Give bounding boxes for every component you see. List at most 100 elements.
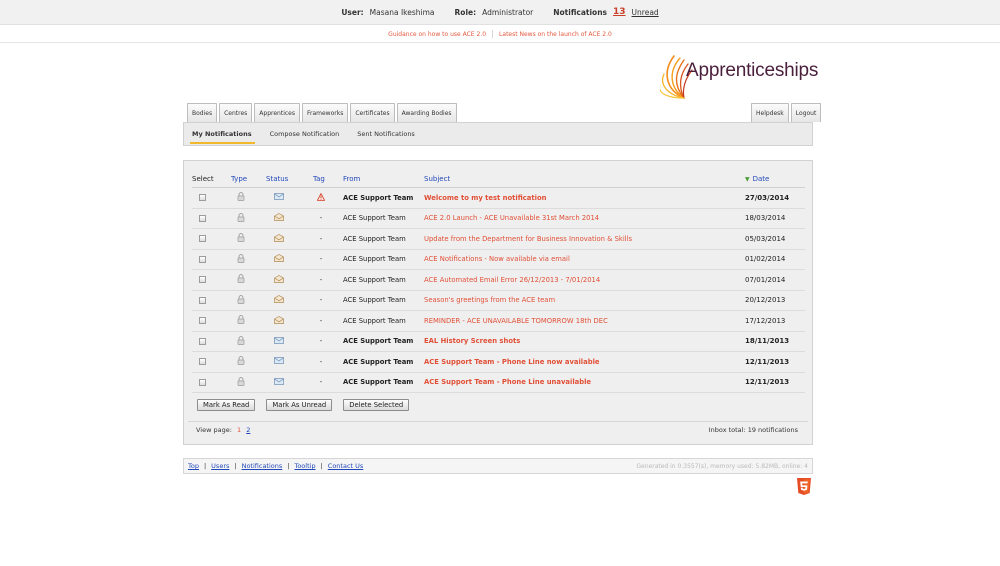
logo-text: Apprenticeships: [686, 60, 819, 81]
table-row[interactable]: - ACE Support Team REMINDER - ACE UNAVAILA…: [192, 311, 805, 332]
tab-logout[interactable]: Logout: [790, 103, 822, 122]
select-checkbox[interactable]: [199, 337, 206, 345]
notifications-label: Notifications: [553, 7, 608, 17]
footer-link-contact-us[interactable]: Contact Us: [328, 462, 364, 470]
tab-apprentices[interactable]: Apprentices: [254, 103, 300, 122]
subject-link[interactable]: ACE Automated Email Error 26/12/2013 - 7…: [424, 270, 744, 290]
tag-cell: -: [313, 352, 329, 372]
status-cell: [266, 373, 296, 393]
table-row[interactable]: - ACE Support Team ACE Support Team - Phon…: [192, 373, 805, 393]
tab-bodies[interactable]: Bodies: [187, 103, 218, 122]
lock-icon: [237, 335, 245, 347]
type-cell: [231, 209, 251, 229]
notifications-table: Select Type Status Tag From Subject ▼ Da…: [192, 171, 805, 393]
select-checkbox[interactable]: [199, 296, 206, 304]
header-status[interactable]: Status: [266, 171, 296, 187]
utility-tabs: Helpdesk Logout: [751, 103, 822, 122]
subject-link[interactable]: Update from the Department for Business …: [424, 229, 744, 249]
envelope-open-icon: [274, 213, 284, 223]
footer-link-top[interactable]: Top: [188, 462, 199, 470]
table-row[interactable]: - ACE Support Team Season's greetings from…: [192, 291, 805, 311]
status-cell: [266, 311, 296, 331]
from-cell: ACE Support Team: [343, 255, 406, 264]
subject-link[interactable]: Welcome to my test notification: [424, 188, 744, 208]
header-tag[interactable]: Tag: [313, 171, 329, 187]
subject-link[interactable]: REMINDER - ACE UNAVAILABLE TOMORROW 18th…: [424, 311, 744, 331]
date-cell: 27/03/2014: [745, 193, 790, 202]
user-label: User:: [341, 7, 364, 17]
envelope-open-icon: [274, 254, 284, 264]
date-cell: 05/03/2014: [745, 234, 786, 243]
lock-icon: [237, 376, 245, 388]
from-cell: ACE Support Team: [343, 378, 414, 387]
subnav-sent-notifications[interactable]: Sent Notifications: [357, 130, 424, 138]
latest-news-link[interactable]: Latest News on the launch of ACE 2.0: [499, 31, 612, 38]
subject-link[interactable]: Season's greetings from the ACE team: [424, 291, 744, 311]
select-checkbox[interactable]: [199, 214, 206, 222]
table-row[interactable]: - ACE Support Team ACE 2.0 Launch - ACE Un…: [192, 209, 805, 229]
role-label: Role:: [454, 7, 477, 17]
tab-awarding-bodies[interactable]: Awarding Bodies: [396, 103, 457, 122]
select-checkbox[interactable]: [199, 255, 206, 263]
subject-link[interactable]: ACE Support Team - Phone Line now availa…: [424, 352, 744, 372]
envelope-open-icon: [274, 315, 284, 326]
delete-selected-button[interactable]: Delete Selected: [343, 399, 410, 411]
header-from[interactable]: From: [343, 171, 423, 187]
tag-value: -: [319, 255, 323, 264]
from-cell: ACE Support Team: [343, 214, 406, 223]
mark-as-unread-button[interactable]: Mark As Unread: [266, 399, 333, 411]
tab-frameworks[interactable]: Frameworks: [301, 103, 349, 122]
from-cell: ACE Support Team: [343, 193, 414, 202]
footer-link-tooltip[interactable]: Tooltip: [294, 462, 315, 470]
footer-link-users[interactable]: Users: [211, 462, 229, 470]
date-cell: 12/11/2013: [745, 357, 790, 366]
header-date[interactable]: ▼ Date: [745, 171, 805, 187]
table-row[interactable]: - ACE Support Team ACE Notifications - Now…: [192, 250, 805, 270]
table-row[interactable]: ACE Support Team Welcome to my test notif…: [192, 188, 805, 209]
page-2-link[interactable]: 2: [246, 426, 250, 434]
tab-helpdesk[interactable]: Helpdesk: [751, 103, 789, 122]
tab-certificates[interactable]: Certificates: [350, 103, 395, 122]
sort-down-icon: ▼: [745, 175, 750, 183]
select-checkbox[interactable]: [199, 358, 206, 366]
select-checkbox[interactable]: [199, 276, 206, 284]
footer-link-notifications[interactable]: Notifications: [242, 462, 283, 470]
type-cell: [231, 311, 251, 331]
select-cell: [192, 188, 222, 208]
status-cell: [266, 250, 296, 270]
subject-link[interactable]: ACE Notifications - Now available via em…: [424, 250, 744, 270]
unread-link[interactable]: Unread: [632, 8, 659, 17]
page-1-link[interactable]: 1: [237, 426, 241, 434]
envelope-closed-icon: [274, 336, 284, 346]
subject-link[interactable]: EAL History Screen shots: [424, 332, 744, 352]
subnav-compose-notification[interactable]: Compose Notification: [270, 130, 349, 138]
select-cell: [192, 270, 222, 290]
subnav-my-notifications[interactable]: My Notifications: [190, 130, 261, 144]
select-checkbox[interactable]: [199, 378, 206, 386]
tab-centres[interactable]: Centres: [219, 103, 253, 122]
header-type[interactable]: Type: [231, 171, 251, 187]
guidance-link[interactable]: Guidance on how to use ACE 2.0: [388, 31, 486, 38]
header-subject[interactable]: Subject: [424, 171, 744, 187]
date-cell: 17/12/2013: [745, 316, 786, 325]
subject-link[interactable]: ACE Support Team - Phone Line unavailabl…: [424, 373, 744, 393]
divider: [492, 30, 494, 38]
table-row[interactable]: - ACE Support Team ACE Support Team - Phon…: [192, 352, 805, 373]
date-cell: 12/11/2013: [745, 378, 790, 387]
select-cell: [192, 291, 222, 311]
select-checkbox[interactable]: [199, 194, 206, 202]
pager: View page: 1 2: [196, 426, 250, 434]
table-row[interactable]: - ACE Support Team EAL History Screen shot…: [192, 332, 805, 352]
mark-as-read-button[interactable]: Mark As Read: [197, 399, 256, 411]
from-cell: ACE Support Team: [343, 296, 406, 305]
table-row[interactable]: - ACE Support Team Update from the Departm…: [192, 229, 805, 250]
select-checkbox[interactable]: [199, 317, 206, 325]
tag-value: -: [319, 378, 323, 387]
unread-count-link[interactable]: 13: [613, 7, 626, 17]
table-row[interactable]: - ACE Support Team ACE Automated Email Err…: [192, 270, 805, 291]
status-cell: [266, 352, 296, 372]
subject-link[interactable]: ACE 2.0 Launch - ACE Unavailable 31st Ma…: [424, 209, 744, 229]
select-checkbox[interactable]: [199, 235, 206, 243]
from-cell: ACE Support Team: [343, 357, 414, 366]
from-cell: ACE Support Team: [343, 234, 406, 243]
